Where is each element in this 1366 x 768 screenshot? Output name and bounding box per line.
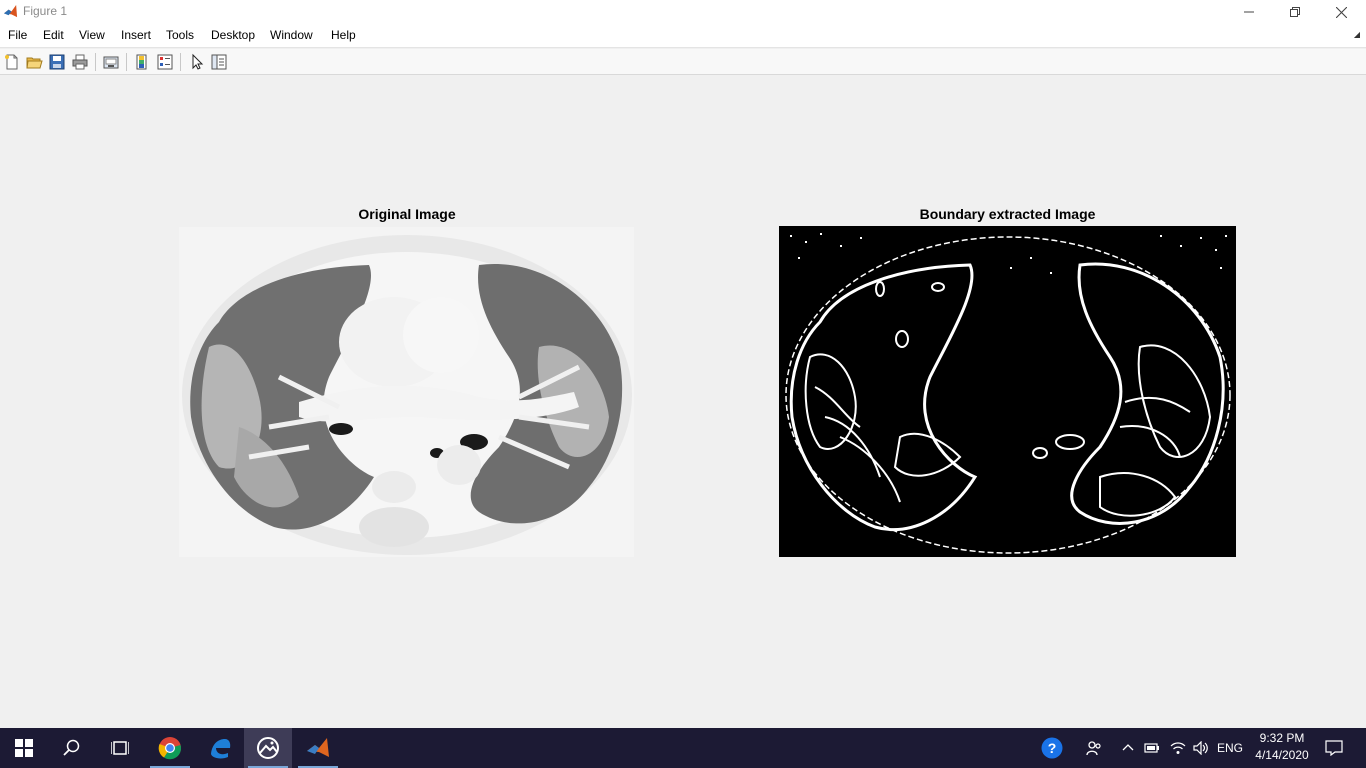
save-icon[interactable] (48, 53, 66, 71)
menu-edit[interactable]: Edit (43, 28, 64, 42)
task-view-button[interactable] (96, 728, 144, 768)
menu-window[interactable]: Window (270, 28, 313, 42)
toolbar-separator (95, 53, 96, 71)
language-indicator[interactable]: ENG (1214, 728, 1246, 768)
toolbar-separator (180, 53, 181, 71)
volume-icon (1193, 741, 1208, 755)
matlab-taskbar-button[interactable] (294, 728, 342, 768)
restore-button[interactable] (1272, 0, 1318, 24)
menu-file[interactable]: File (8, 28, 27, 42)
menu-view[interactable]: View (79, 28, 105, 42)
wifi-tray-button[interactable] (1167, 728, 1189, 768)
edge-map-graphic (780, 227, 1235, 556)
property-inspector-icon[interactable] (210, 53, 228, 71)
boundary-image (779, 226, 1236, 557)
figure-toolbar (0, 49, 1366, 75)
help-icon: ? (1041, 737, 1063, 759)
volume-tray-button[interactable] (1190, 728, 1212, 768)
taskbar-clock[interactable]: 9:32 PM 4/14/2020 (1252, 730, 1312, 764)
search-icon (63, 739, 80, 756)
menu-help[interactable]: Help (331, 28, 356, 42)
chrome-taskbar-button[interactable] (146, 728, 194, 768)
battery-tray-button[interactable] (1142, 728, 1162, 768)
start-button[interactable] (0, 728, 48, 768)
show-hidden-icons-button[interactable] (1118, 728, 1138, 768)
minimize-icon (1244, 11, 1254, 13)
menu-desktop[interactable]: Desktop (211, 28, 255, 42)
window-title: Figure 1 (23, 4, 68, 18)
restore-icon (1290, 7, 1300, 17)
menu-tools[interactable]: Tools (166, 28, 194, 42)
matlab-app-icon (3, 4, 18, 18)
help-tray-button[interactable]: ? (1038, 728, 1066, 768)
link-plot-icon[interactable] (102, 53, 120, 71)
taskbar: ? ENG 9:32 PM 4/14/2020 (0, 728, 1366, 768)
original-image (179, 227, 634, 557)
menu-insert[interactable]: Insert (121, 28, 151, 42)
clock-time: 9:32 PM (1259, 731, 1305, 745)
menu-dock-arrow-icon[interactable]: ◢ (1354, 30, 1360, 39)
notification-icon (1325, 740, 1343, 756)
new-figure-icon[interactable] (3, 53, 21, 71)
matlab-icon (307, 738, 329, 757)
edge-icon (211, 739, 231, 759)
insert-legend-icon[interactable] (156, 53, 174, 71)
task-view-icon (111, 741, 129, 755)
edge-taskbar-button[interactable] (196, 728, 244, 768)
search-button[interactable] (48, 728, 96, 768)
battery-icon (1144, 743, 1159, 753)
photos-icon (257, 737, 279, 759)
svg-text:?: ? (1048, 740, 1057, 756)
title-bar: Figure 1 (0, 0, 1366, 24)
photos-taskbar-button[interactable] (244, 728, 292, 768)
close-button[interactable] (1318, 0, 1364, 24)
chevron-up-icon (1122, 744, 1134, 751)
people-icon (1086, 741, 1101, 756)
wifi-icon (1170, 742, 1186, 754)
minimize-button[interactable] (1226, 0, 1272, 24)
chrome-icon (158, 737, 182, 760)
left-axes-title: Original Image (358, 206, 456, 222)
start-icon (15, 739, 33, 757)
right-axes-title: Boundary extracted Image (919, 206, 1096, 222)
action-center-button[interactable] (1320, 728, 1348, 768)
open-file-icon[interactable] (25, 53, 43, 71)
clock-date: 4/14/2020 (1255, 748, 1309, 762)
print-icon[interactable] (71, 53, 89, 71)
menu-bar: File Edit View Insert Tools Desktop Wind… (0, 24, 1366, 48)
edit-plot-arrow-icon[interactable] (188, 53, 206, 71)
figure-window: Figure 1 File Edit View Insert Tools Des… (0, 0, 1366, 728)
toolbar-separator (126, 53, 127, 71)
ct-scan-graphic (179, 227, 634, 557)
people-tray-button[interactable] (1080, 728, 1108, 768)
close-icon (1335, 6, 1347, 18)
insert-colorbar-icon[interactable] (133, 53, 151, 71)
